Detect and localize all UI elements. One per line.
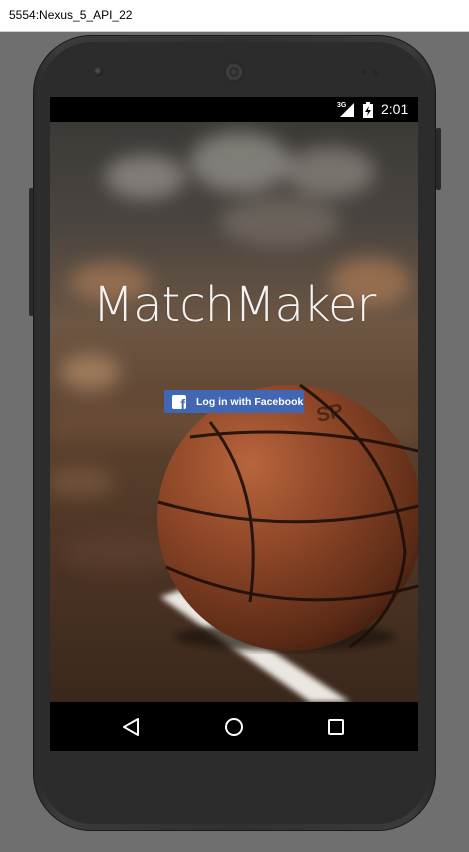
window-titlebar: 5554:Nexus_5_API_22	[0, 0, 469, 32]
device-screen: 3G 2:01 SP MatchMaker f Log in with Face…	[50, 97, 418, 751]
app-title: MatchMaker	[92, 277, 377, 333]
app-background: SP MatchMaker f Log in with Facebook	[50, 122, 418, 702]
status-clock: 2:01	[381, 101, 409, 117]
light-sensor-icon	[373, 70, 378, 75]
facebook-login-button[interactable]: f Log in with Facebook	[164, 390, 304, 413]
proximity-sensor-icon	[362, 70, 367, 75]
facebook-icon: f	[172, 394, 186, 412]
back-icon[interactable]	[116, 712, 146, 742]
window-title: 5554:Nexus_5_API_22	[9, 8, 133, 22]
facebook-login-label: Log in with Facebook	[196, 395, 304, 408]
home-icon[interactable]	[219, 712, 249, 742]
navigation-bar	[50, 702, 418, 751]
power-button[interactable]	[436, 128, 441, 190]
earpiece-speaker-icon	[224, 62, 244, 82]
front-camera-icon	[94, 67, 103, 76]
emulator-window: 5554:Nexus_5_API_22 3G 2:01 SP MatchMake…	[0, 0, 469, 852]
facebook-logo-glyph: f	[180, 395, 185, 412]
battery-charging-icon	[363, 102, 373, 118]
signal-icon	[340, 103, 354, 117]
recents-icon[interactable]	[321, 712, 351, 742]
status-bar: 3G 2:01	[50, 97, 418, 122]
